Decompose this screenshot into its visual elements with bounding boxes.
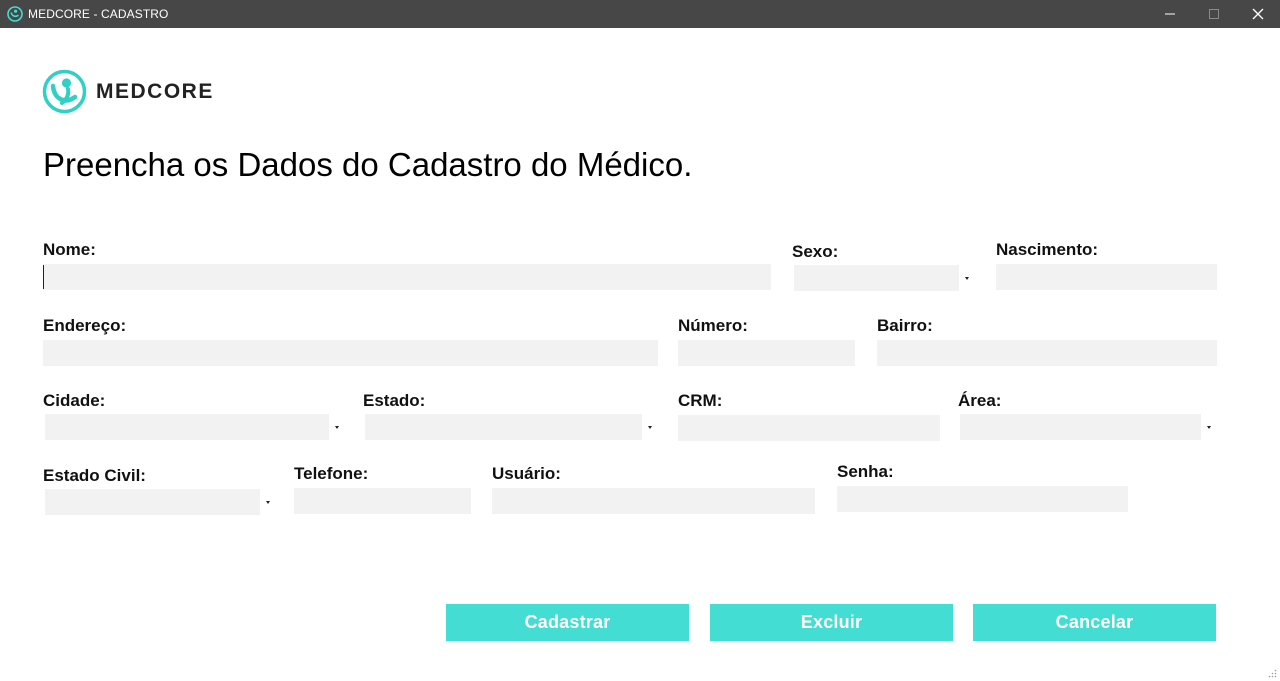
medcore-logo-icon xyxy=(7,6,23,22)
excluir-button[interactable]: Excluir xyxy=(710,604,953,641)
dropdown-arrow-icon xyxy=(959,265,975,291)
senha-label: Senha: xyxy=(837,462,894,481)
bairro-label: Bairro: xyxy=(877,316,933,335)
sexo-select[interactable] xyxy=(794,265,975,291)
usuario-input[interactable] xyxy=(492,488,815,514)
page-title: Preencha os Dados do Cadastro do Médico. xyxy=(43,146,693,183)
numero-label: Número: xyxy=(678,316,748,335)
dropdown-arrow-icon xyxy=(642,414,658,440)
sexo-label: Sexo: xyxy=(792,242,839,261)
area-select[interactable] xyxy=(960,414,1217,440)
nascimento-label: Nascimento: xyxy=(996,240,1099,259)
crm-input[interactable] xyxy=(678,415,940,441)
nome-label: Nome: xyxy=(43,240,96,259)
medcore-logo xyxy=(42,69,87,114)
cadastrar-button[interactable]: Cadastrar xyxy=(446,604,689,641)
dropdown-arrow-icon xyxy=(260,489,276,515)
crm-label: CRM: xyxy=(678,391,723,410)
area-label: Área: xyxy=(958,391,1002,410)
endereco-input[interactable] xyxy=(43,340,658,366)
dropdown-arrow-icon xyxy=(1201,414,1217,440)
telefone-input[interactable] xyxy=(294,488,471,514)
text-cursor xyxy=(43,265,44,289)
minimize-button[interactable] xyxy=(1148,0,1192,28)
maximize-icon xyxy=(1209,9,1219,19)
estado-label: Estado: xyxy=(363,391,426,410)
cidade-select[interactable] xyxy=(45,414,345,440)
cidade-label: Cidade: xyxy=(43,391,106,410)
endereco-label: Endereço: xyxy=(43,316,127,335)
senha-input[interactable] xyxy=(837,486,1128,512)
resize-grip-icon[interactable] xyxy=(1267,668,1277,678)
close-icon xyxy=(1252,8,1264,20)
minimize-icon xyxy=(1165,13,1175,15)
usuario-label: Usuário: xyxy=(492,464,561,483)
estado-civil-label: Estado Civil: xyxy=(43,466,146,485)
numero-input[interactable] xyxy=(678,340,855,366)
brand-name: MEDCORE xyxy=(96,80,214,103)
dropdown-arrow-icon xyxy=(329,414,345,440)
estado-select[interactable] xyxy=(365,414,658,440)
nascimento-input[interactable] xyxy=(996,264,1217,290)
window-title: MEDCORE - CADASTRO xyxy=(28,7,169,21)
maximize-button[interactable] xyxy=(1192,0,1236,28)
telefone-label: Telefone: xyxy=(294,464,369,483)
nome-input[interactable] xyxy=(43,264,771,290)
close-button[interactable] xyxy=(1236,0,1280,28)
bairro-input[interactable] xyxy=(877,340,1217,366)
cancelar-button[interactable]: Cancelar xyxy=(973,604,1216,641)
estado-civil-select[interactable] xyxy=(45,489,276,515)
window-titlebar[interactable]: MEDCORE - CADASTRO xyxy=(0,0,1280,28)
